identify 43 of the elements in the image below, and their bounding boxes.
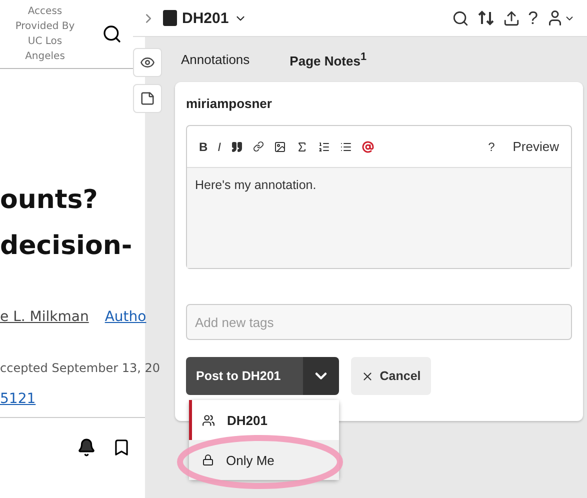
bookmark-icon[interactable]	[112, 438, 131, 457]
author-info-link[interactable]: Autho	[104, 309, 146, 325]
post-button[interactable]: Post to DH201	[186, 357, 303, 395]
tab[interactable]: Page Notes$^{1}$	[290, 50, 367, 68]
tab[interactable]: Annotations	[181, 52, 250, 67]
article-title: ounts?	[0, 184, 98, 217]
lock-icon	[202, 454, 214, 466]
close-icon	[360, 370, 374, 382]
bold-button[interactable]: B	[199, 140, 208, 154]
post-options-button[interactable]	[302, 357, 339, 395]
search-icon[interactable]	[102, 24, 122, 44]
bell-icon[interactable]	[77, 438, 96, 457]
annotation-text: Here's my annotation.	[187, 168, 571, 268]
logo-icon	[163, 10, 177, 26]
note-button[interactable]	[133, 84, 162, 113]
preview-button[interactable]: Preview	[512, 139, 559, 154]
mention-button[interactable]	[362, 140, 374, 152]
menu-item[interactable]: DH201	[189, 400, 339, 440]
help-button[interactable]: ?	[488, 140, 495, 154]
cancel-button[interactable]: Cancel	[350, 357, 431, 395]
italic-button[interactable]: I	[218, 140, 222, 154]
access-text: Angeles	[24, 50, 66, 64]
group-icon	[202, 414, 215, 426]
numbered-list-button[interactable]	[318, 140, 330, 152]
dates-text: ccepted September 13, 20	[0, 361, 160, 375]
image-button[interactable]	[274, 140, 286, 152]
tags-field[interactable]: Add new tags	[186, 304, 572, 340]
eye-button[interactable]	[133, 48, 162, 77]
user-icon	[546, 9, 564, 27]
quote-button[interactable]	[231, 140, 244, 152]
math-button[interactable]	[296, 140, 308, 152]
note-icon	[140, 91, 155, 106]
access-text: UC Los	[26, 35, 64, 49]
access-text: Provided By	[14, 20, 76, 34]
eye-icon	[140, 55, 155, 70]
access-text: Access	[26, 5, 64, 19]
doi-link[interactable]: 5121	[0, 391, 36, 407]
group-selector[interactable]: DH201	[163, 10, 247, 26]
help-button[interactable]: ?	[524, 8, 542, 28]
article-title: decision-	[0, 230, 132, 263]
author-link[interactable]: e L. Milkman	[0, 309, 89, 325]
link-button[interactable]	[253, 141, 264, 152]
user-name: miriamposner	[186, 96, 273, 111]
